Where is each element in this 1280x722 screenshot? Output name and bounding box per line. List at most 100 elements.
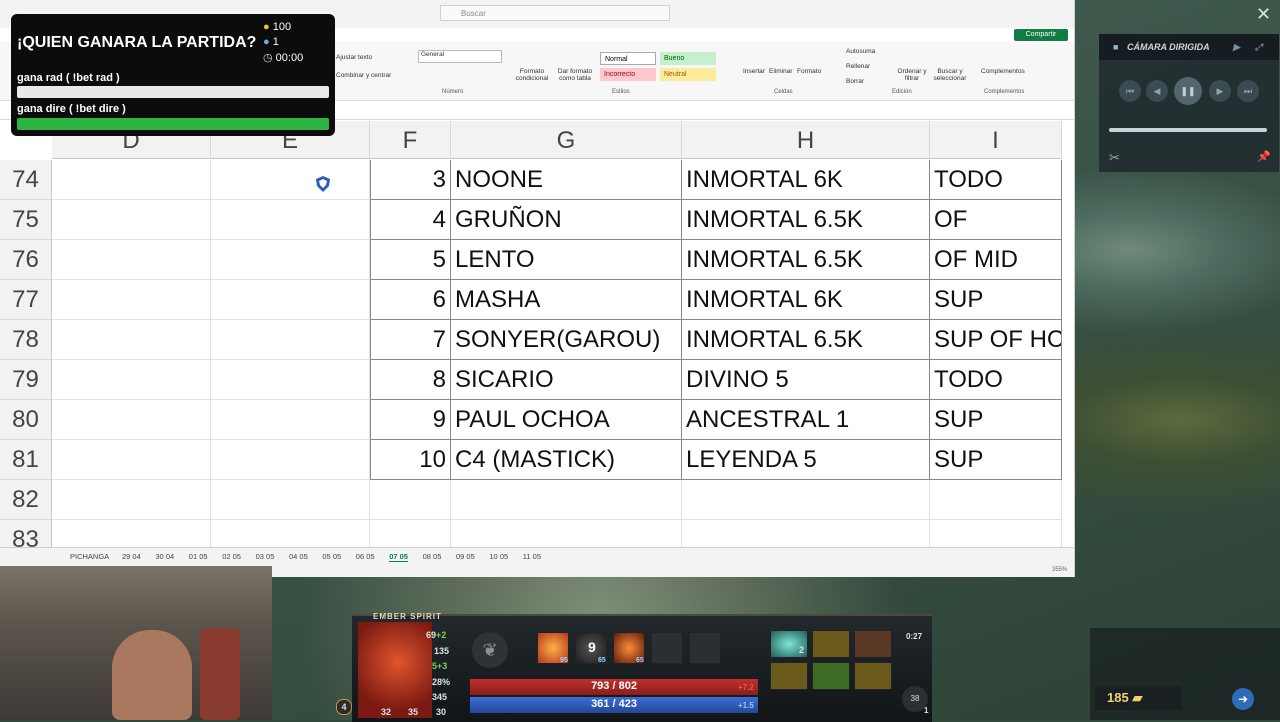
talent-tree-icon[interactable]: ❦: [472, 632, 508, 668]
cell-h[interactable]: INMORTAL 6.5K: [682, 320, 930, 360]
cell-g[interactable]: NOONE: [451, 160, 682, 200]
style-bueno[interactable]: Bueno: [660, 52, 716, 65]
find-select-button[interactable]: Buscar y seleccionar: [930, 68, 970, 82]
clear-button[interactable]: Borrar: [846, 78, 864, 85]
item-slot-1[interactable]: 2: [770, 630, 808, 658]
item-slot-3[interactable]: [854, 630, 892, 658]
cell-e[interactable]: [211, 360, 370, 400]
cell-f[interactable]: 5: [370, 240, 451, 280]
column-header-h[interactable]: H: [682, 121, 930, 159]
cell-h[interactable]: INMORTAL 6K: [682, 280, 930, 320]
sheet-tab[interactable]: 02 05: [222, 552, 241, 561]
cell-i[interactable]: OF: [930, 200, 1062, 240]
cell-d[interactable]: [52, 240, 211, 280]
item-slot-4[interactable]: [770, 662, 808, 690]
shop-button[interactable]: ➜: [1232, 688, 1254, 710]
pin-icon[interactable]: 📌: [1257, 150, 1271, 163]
cell-h[interactable]: DIVINO 5: [682, 360, 930, 400]
cell-h[interactable]: LEYENDA 5: [682, 440, 930, 480]
sheet-tab[interactable]: 08 05: [423, 552, 442, 561]
sheet-tab[interactable]: 04 05: [289, 552, 308, 561]
cell-g[interactable]: [451, 480, 682, 520]
cell-f[interactable]: 6: [370, 280, 451, 320]
zoom-level[interactable]: 355%: [1052, 567, 1067, 573]
cell-d[interactable]: [52, 160, 211, 200]
row-header[interactable]: 76: [0, 240, 52, 280]
cell-d[interactable]: [52, 360, 211, 400]
sheet-tab[interactable]: 29 04: [122, 552, 141, 561]
cell-e[interactable]: [211, 280, 370, 320]
sheet-tab[interactable]: 01 05: [189, 552, 208, 561]
cell-f[interactable]: 9: [370, 400, 451, 440]
item-slot-6[interactable]: [854, 662, 892, 690]
step-forward-icon[interactable]: ▶: [1209, 80, 1231, 102]
row-header[interactable]: 81: [0, 440, 52, 480]
autosum-button[interactable]: Autosuma: [846, 48, 875, 55]
cell-h[interactable]: INMORTAL 6.5K: [682, 240, 930, 280]
item-slot-5[interactable]: [812, 662, 850, 690]
play-icon[interactable]: ▶: [1233, 34, 1240, 60]
addins-button[interactable]: Complementos: [981, 68, 1025, 75]
share-button[interactable]: Compartir: [1014, 29, 1068, 41]
playback-slider[interactable]: [1109, 128, 1267, 132]
format-table-button[interactable]: Dar formato como tabla: [554, 68, 596, 82]
sheet-tab[interactable]: PICHANGA: [70, 552, 109, 561]
sheet-tab[interactable]: 10 05: [489, 552, 508, 561]
format-button[interactable]: Formato: [797, 68, 821, 75]
cell-e[interactable]: [211, 160, 370, 200]
cell-i[interactable]: SUP: [930, 440, 1062, 480]
cell-d[interactable]: [52, 200, 211, 240]
cell-f[interactable]: 3: [370, 160, 451, 200]
item-slot-2[interactable]: [812, 630, 850, 658]
cell-g[interactable]: C4 (MASTICK): [451, 440, 682, 480]
cell-i[interactable]: TODO: [930, 160, 1062, 200]
cell-f[interactable]: [370, 480, 451, 520]
cell-g[interactable]: SONYER(GAROU): [451, 320, 682, 360]
pause-button[interactable]: ❚❚: [1174, 77, 1202, 105]
cell-h[interactable]: INMORTAL 6.5K: [682, 200, 930, 240]
cell-d[interactable]: [52, 440, 211, 480]
cell-i[interactable]: OF MID: [930, 240, 1062, 280]
cell-i[interactable]: SUP: [930, 280, 1062, 320]
style-neutral[interactable]: Neutral: [660, 68, 716, 81]
wrap-text-button[interactable]: Ajustar texto: [336, 54, 372, 61]
column-header-f[interactable]: F: [370, 121, 451, 159]
close-icon[interactable]: ✕: [1256, 4, 1271, 25]
column-header-g[interactable]: G: [451, 121, 682, 159]
skip-back-icon[interactable]: ⏮: [1119, 80, 1141, 102]
cell-g[interactable]: LENTO: [451, 240, 682, 280]
row-header[interactable]: 78: [0, 320, 52, 360]
row-header[interactable]: 80: [0, 400, 52, 440]
sheet-tab[interactable]: 09 05: [456, 552, 475, 561]
cell-h[interactable]: ANCESTRAL 1: [682, 400, 930, 440]
sheet-tab[interactable]: 30 04: [155, 552, 174, 561]
row-header[interactable]: 77: [0, 280, 52, 320]
cell-g[interactable]: SICARIO: [451, 360, 682, 400]
cell-e[interactable]: [211, 440, 370, 480]
cell-e[interactable]: [211, 240, 370, 280]
sheet-tab[interactable]: 11 05: [523, 552, 541, 561]
cell-h[interactable]: INMORTAL 6K: [682, 160, 930, 200]
column-header-i[interactable]: I: [930, 121, 1062, 159]
fill-button[interactable]: Rellenar: [846, 63, 870, 70]
cell-h[interactable]: [682, 480, 930, 520]
row-header[interactable]: 74: [0, 160, 52, 200]
search-input[interactable]: Buscar: [440, 5, 670, 21]
cell-i[interactable]: SUP OF HC: [930, 320, 1062, 360]
style-normal[interactable]: Normal: [600, 52, 656, 65]
cell-f[interactable]: 7: [370, 320, 451, 360]
cell-f[interactable]: 8: [370, 360, 451, 400]
hero-portrait[interactable]: [358, 622, 432, 718]
cell-d[interactable]: [52, 280, 211, 320]
cell-i[interactable]: SUP: [930, 400, 1062, 440]
sort-filter-button[interactable]: Ordenar y filtrar: [896, 68, 928, 82]
cell-d[interactable]: [52, 400, 211, 440]
cell-f[interactable]: 4: [370, 200, 451, 240]
cell-e[interactable]: [211, 480, 370, 520]
skip-forward-icon[interactable]: ⏭: [1237, 80, 1259, 102]
conditional-format-button[interactable]: Formato condicional: [512, 68, 552, 82]
cell-g[interactable]: PAUL OCHOA: [451, 400, 682, 440]
sheet-tab[interactable]: 06 05: [356, 552, 375, 561]
number-format-select[interactable]: General: [418, 50, 502, 63]
style-incorrecto[interactable]: Incorrecto: [600, 68, 656, 81]
